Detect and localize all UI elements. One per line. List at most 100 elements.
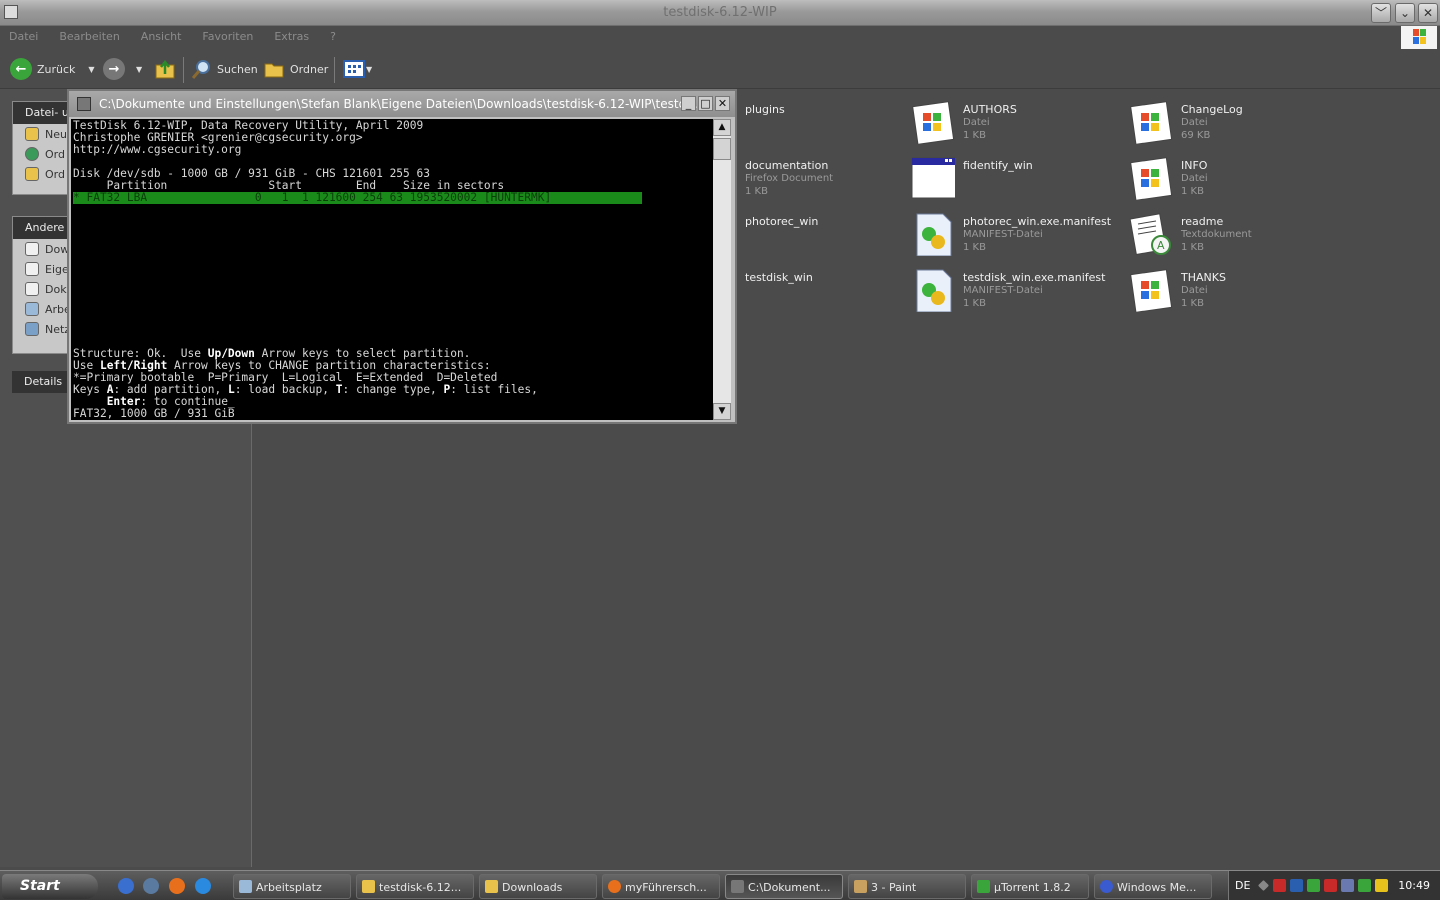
- back-dropdown-icon[interactable]: ▼: [88, 65, 94, 74]
- back-button[interactable]: ← Zurück ▼: [10, 58, 95, 80]
- task-label: Neu: [45, 127, 67, 141]
- views-button[interactable]: ▼: [343, 58, 372, 80]
- task-utorrent[interactable]: µTorrent 1.8.2: [971, 874, 1089, 899]
- task-testdisk-folder[interactable]: testdisk-6.12...: [356, 874, 474, 899]
- clock[interactable]: 10:49: [1398, 879, 1430, 892]
- search-label: Suchen: [217, 62, 258, 76]
- console-scrollbar[interactable]: ▲ ▼: [713, 119, 731, 420]
- scroll-thumb[interactable]: [713, 138, 731, 160]
- tray-app-icon[interactable]: [1290, 879, 1303, 892]
- network-icon: [25, 322, 39, 336]
- file-size: 1 KB: [963, 242, 986, 253]
- start-button[interactable]: Start: [2, 874, 98, 899]
- folders-icon: [264, 63, 284, 78]
- file-item-authors[interactable]: AUTHORS Datei 1 KB: [911, 96, 1111, 148]
- up-folder-button[interactable]: [154, 58, 176, 80]
- scroll-down-arrow-icon[interactable]: ▼: [713, 403, 731, 420]
- tray-security-icon[interactable]: [1375, 879, 1388, 892]
- help-text: : load backup,: [234, 383, 336, 396]
- file-item-photorec-manifest[interactable]: photorec_win.exe.manifest MANIFEST-Datei…: [911, 208, 1111, 260]
- task-paint[interactable]: 3 - Paint: [848, 874, 966, 899]
- menu-bearbeiten[interactable]: Bearbeiten: [59, 30, 119, 43]
- file-item-readme[interactable]: A readme Textdokument 1 KB: [1129, 208, 1329, 260]
- toolbar: ← Zurück ▼ → ▼ Suchen Ordner ▼: [0, 49, 1440, 89]
- menu-ansicht[interactable]: Ansicht: [141, 30, 182, 43]
- file-name: AUTHORS: [963, 103, 1017, 116]
- tray-app-icon[interactable]: [1273, 879, 1286, 892]
- menu-bar: Datei Bearbeiten Ansicht Favoriten Extras?: [0, 26, 1440, 49]
- forward-dropdown-icon[interactable]: ▼: [136, 65, 142, 74]
- file-meta: Textdokument 1 KB: [1181, 228, 1252, 254]
- console-titlebar[interactable]: C:\Dokumente und Einstellungen\Stefan Bl…: [69, 91, 735, 117]
- file-name: THANKS: [1181, 271, 1226, 284]
- folder-icon: [25, 242, 39, 256]
- tray-arrow-icon[interactable]: [1257, 879, 1270, 892]
- views-dropdown-icon[interactable]: ▼: [366, 65, 372, 74]
- partition-row-selected[interactable]: * FAT32 LBA 0 1 1 121600 254 63 19535200…: [73, 192, 642, 204]
- scroll-up-arrow-icon[interactable]: ▲: [713, 119, 731, 136]
- file-meta: Datei 1 KB: [1181, 284, 1208, 310]
- file-item-testdisk[interactable]: testdisk_win: [737, 264, 897, 316]
- folder-icon: [362, 880, 375, 893]
- task-console[interactable]: C:\Dokument...: [725, 874, 843, 899]
- file-type: Textdokument: [1181, 229, 1252, 240]
- window-title: testdisk-6.12-WIP: [663, 5, 777, 20]
- menu-datei[interactable]: Datei: [9, 30, 38, 43]
- search-button[interactable]: Suchen: [190, 58, 258, 80]
- terminal-output[interactable]: TestDisk 6.12-WIP, Data Recovery Utility…: [71, 119, 713, 420]
- file-item-thanks[interactable]: THANKS Datei 1 KB: [1129, 264, 1329, 316]
- quicklaunch-firefox-icon[interactable]: [169, 878, 185, 894]
- file-size: 1 KB: [1181, 298, 1204, 309]
- task-firefox[interactable]: myFührersch...: [602, 874, 720, 899]
- task-label: C:\Dokument...: [748, 881, 831, 894]
- tray-volume-icon[interactable]: [1358, 879, 1371, 892]
- file-item-plugins[interactable]: plugins: [737, 96, 897, 148]
- back-label: Zurück: [37, 62, 76, 76]
- folders-button[interactable]: Ordner: [263, 58, 328, 80]
- task-label: Arbeitsplatz: [256, 881, 322, 894]
- file-size: 1 KB: [745, 186, 768, 197]
- file-size: 1 KB: [963, 298, 986, 309]
- task-label: Windows Me...: [1117, 881, 1197, 894]
- tray-utorrent-icon[interactable]: [1307, 879, 1320, 892]
- menu-favoriten[interactable]: Favoriten: [202, 30, 253, 43]
- toolbar-separator: [183, 57, 184, 83]
- console-minimize-button[interactable]: _: [681, 96, 696, 111]
- file-item-fidentify[interactable]: fidentify_win: [911, 152, 1111, 204]
- minimize-button[interactable]: ﹀: [1371, 3, 1391, 23]
- file-name: plugins: [745, 103, 785, 116]
- task-label: testdisk-6.12...: [379, 881, 462, 894]
- documents-icon: [25, 262, 39, 276]
- file-type: MANIFEST-Datei: [963, 229, 1043, 240]
- file-meta: Datei 69 KB: [1181, 116, 1210, 142]
- task-media-player[interactable]: Windows Me...: [1094, 874, 1212, 899]
- tray-network-icon[interactable]: [1341, 879, 1354, 892]
- console-maximize-button[interactable]: □: [698, 96, 713, 111]
- maximize-button[interactable]: ⌄: [1395, 3, 1415, 23]
- file-item-documentation[interactable]: documentation Firefox Document 1 KB: [737, 152, 907, 204]
- quicklaunch-desktop-icon[interactable]: [118, 878, 134, 894]
- terminal-status-line: FAT32, 1000 GB / 931 GiB: [73, 407, 235, 420]
- task-arbeitsplatz[interactable]: Arbeitsplatz: [233, 874, 351, 899]
- console-window[interactable]: C:\Dokumente und Einstellungen\Stefan Bl…: [67, 89, 737, 424]
- menu-help[interactable]: ?: [330, 30, 336, 43]
- windows-file-icon: [912, 101, 955, 144]
- view-grid-icon: [343, 60, 365, 78]
- file-item-testdisk-manifest[interactable]: testdisk_win.exe.manifest MANIFEST-Datei…: [911, 264, 1111, 316]
- language-indicator[interactable]: DE: [1235, 879, 1250, 892]
- menu-extras[interactable]: Extras: [274, 30, 309, 43]
- file-name: photorec_win: [745, 215, 819, 228]
- close-button[interactable]: ✕: [1418, 3, 1438, 23]
- quicklaunch-ie-icon[interactable]: [195, 878, 211, 894]
- forward-button[interactable]: → ▼: [103, 58, 142, 80]
- quicklaunch-media-icon[interactable]: [143, 878, 159, 894]
- file-item-info[interactable]: INFO Datei 1 KB: [1129, 152, 1329, 204]
- file-item-changelog[interactable]: ChangeLog Datei 69 KB: [1129, 96, 1329, 148]
- file-item-photorec[interactable]: photorec_win: [737, 208, 897, 260]
- media-player-icon: [1100, 880, 1113, 893]
- console-close-button[interactable]: ✕: [715, 96, 730, 111]
- place-label: Eige: [45, 262, 69, 276]
- tray-app-icon[interactable]: [1324, 879, 1337, 892]
- file-size: 1 KB: [1181, 186, 1204, 197]
- task-downloads[interactable]: Downloads: [479, 874, 597, 899]
